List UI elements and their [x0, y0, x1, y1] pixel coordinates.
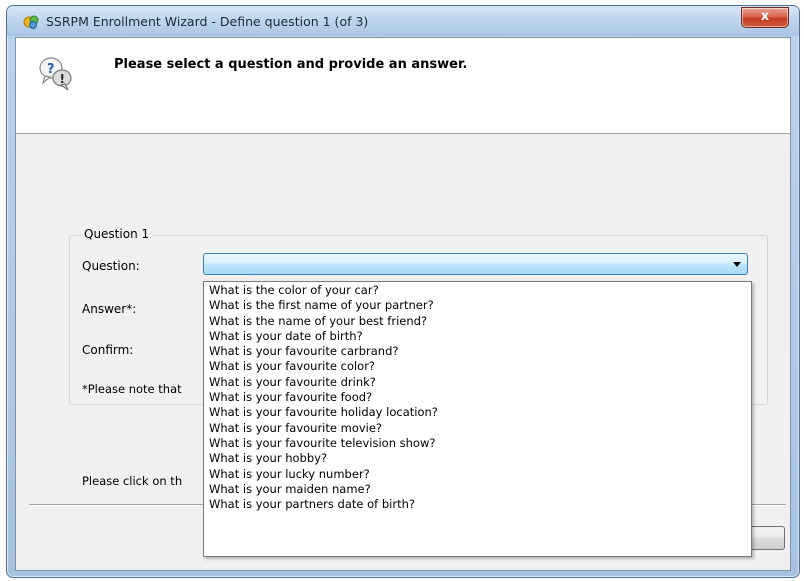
dropdown-option[interactable]: What is the color of your car? [204, 283, 751, 298]
footer-instruction: Please click on th [82, 474, 183, 488]
question-label: Question: [82, 259, 140, 273]
note-text: *Please note that [82, 382, 182, 396]
chevron-down-icon[interactable] [733, 262, 741, 267]
dropdown-option[interactable]: What is the name of your best friend? [204, 314, 751, 329]
title-bar[interactable]: SSRPM Enrollment Wizard - Define questio… [7, 6, 799, 36]
dropdown-option[interactable]: What is your lucky number? [204, 467, 751, 482]
group-legend: Question 1 [80, 227, 154, 241]
question-dropdown-list[interactable]: What is the color of your car? What is t… [203, 281, 752, 557]
dropdown-option[interactable]: What is your date of birth? [204, 329, 751, 344]
dropdown-option[interactable]: What is your favourite drink? [204, 375, 751, 390]
dropdown-option[interactable]: What is your maiden name? [204, 482, 751, 497]
question-bubbles-icon: ? ! [39, 57, 72, 91]
dropdown-option[interactable]: What is your favourite movie? [204, 421, 751, 436]
confirm-label: Confirm: [82, 343, 134, 357]
close-icon: x [760, 9, 770, 24]
dropdown-option[interactable]: What is your hobby? [204, 451, 751, 466]
dropdown-option[interactable]: What is your favourite color? [204, 359, 751, 374]
dropdown-option[interactable]: What is your partners date of birth? [204, 497, 751, 512]
wizard-content: ? ! Please select a question and provide… [15, 37, 791, 571]
dropdown-option[interactable]: What is your favourite food? [204, 390, 751, 405]
svg-text:!: ! [60, 72, 65, 86]
header-instruction: Please select a question and provide an … [114, 57, 468, 72]
window-title: SSRPM Enrollment Wizard - Define questio… [46, 14, 369, 29]
answer-label: Answer*: [82, 302, 137, 316]
question-combobox[interactable] [203, 253, 748, 275]
dropdown-option[interactable]: What is your favourite carbrand? [204, 344, 751, 359]
dropdown-option[interactable]: What is the first name of your partner? [204, 298, 751, 313]
wizard-window: SSRPM Enrollment Wizard - Define questio… [6, 5, 800, 578]
app-icon [23, 15, 39, 29]
close-button[interactable]: x [741, 7, 789, 28]
dropdown-option[interactable]: What is your favourite television show? [204, 436, 751, 451]
dropdown-option[interactable]: What is your favourite holiday location? [204, 405, 751, 420]
header-panel: ? ! Please select a question and provide… [16, 38, 790, 134]
